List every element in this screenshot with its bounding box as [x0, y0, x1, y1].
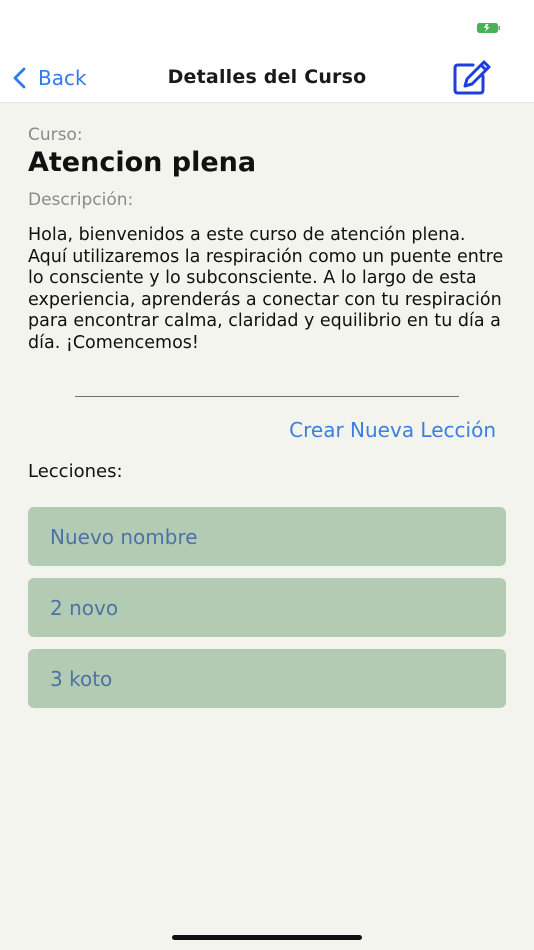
lesson-item[interactable]: 3 koto — [28, 649, 506, 708]
course-name-label: Curso: — [28, 125, 83, 145]
battery-icon — [477, 23, 500, 33]
course-name: Atencion plena — [28, 147, 257, 178]
course-description: Hola, bienvenidos a este curso de atenci… — [28, 225, 504, 353]
lesson-label: 2 novo — [50, 595, 119, 620]
lesson-label: Nuevo nombre — [50, 524, 198, 549]
edit-icon[interactable] — [451, 60, 491, 96]
description-label: Descripción: — [28, 190, 134, 210]
lessons-heading: Lecciones: — [28, 461, 123, 482]
home-indicator — [172, 935, 362, 940]
divider — [75, 396, 459, 397]
navigation-bar: Back Detalles del Curso — [0, 52, 534, 103]
lesson-item[interactable]: Nuevo nombre — [28, 507, 506, 566]
create-lesson-button[interactable]: Crear Nueva Lección — [289, 418, 496, 442]
lesson-item[interactable]: 2 novo — [28, 578, 506, 637]
lesson-list: Nuevo nombre 2 novo 3 koto — [28, 507, 506, 720]
lesson-label: 3 koto — [50, 666, 113, 691]
status-bar — [0, 0, 534, 52]
